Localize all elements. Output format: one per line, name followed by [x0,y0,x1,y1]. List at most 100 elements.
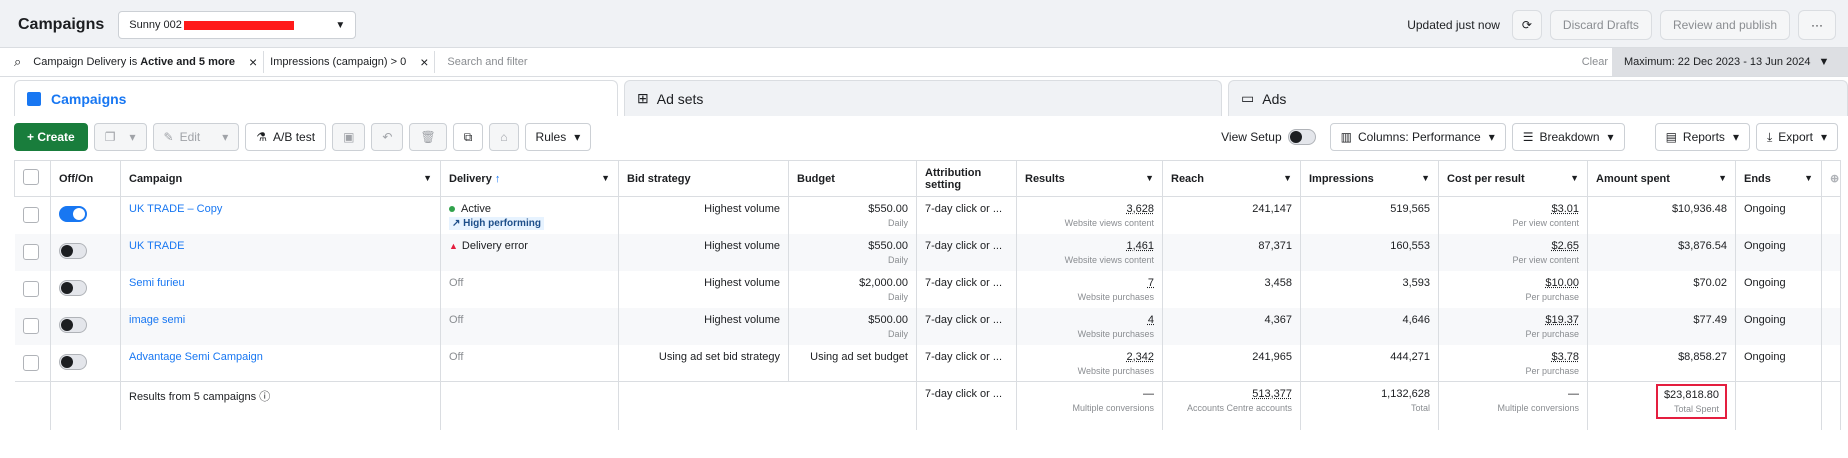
clear-button[interactable]: Clear [1582,56,1608,68]
add-column-header[interactable]: ⊕ [1821,160,1841,197]
cpr-cell: $2.65 Per view content [1438,233,1588,271]
create-button[interactable]: + Create [14,123,88,151]
row-select-cell [14,270,51,308]
toolbar: + Create ❐ ▾ ✎ Edit ▾ ⚗ A/B test ▣ ↶ 🗑 ⧉ ⌂ R… [14,120,1844,154]
results-value[interactable]: 3,628 [1126,203,1154,215]
campaign-name-link[interactable]: Advantage Semi Campaign [129,351,263,363]
column-header[interactable]: Cost per result ▼ [1438,160,1588,197]
column-label: Amount spent [1596,172,1670,185]
add-column-icon: ⊕ [1830,173,1840,185]
toggle-cell [50,270,121,308]
column-header[interactable]: Delivery ↑ ▼ [440,160,619,197]
budget-sub: Daily [887,291,908,302]
reach-value[interactable]: 513,377 [1252,388,1292,400]
column-header[interactable]: Off/On [50,160,121,197]
edit-button[interactable]: ✎ Edit ▾ [152,123,240,151]
close-icon[interactable]: × [249,54,257,70]
tab-adsets[interactable]: ⊞ Ad sets [624,80,1222,116]
close-icon[interactable]: × [420,54,428,70]
campaign-toggle[interactable] [59,353,87,370]
discard-drafts-button[interactable]: Discard Drafts [1549,10,1652,40]
table-row[interactable]: UK TRADE – Copy Active ↗ High performing … [14,196,1841,234]
column-label: Cost per result [1447,172,1525,185]
table-row[interactable]: image semi Off Highest volume $500.00 Dai… [14,307,1841,345]
bid-strategy-cell: Highest volume [618,196,789,234]
rules-button[interactable]: Rules ▾ [524,123,592,151]
filter-chip-impressions[interactable]: Impressions (campaign) > 0 × [264,51,436,73]
impressions-value: 1,132,628 [1381,388,1430,400]
campaign-name-link[interactable]: UK TRADE – Copy [129,203,222,215]
account-selector[interactable]: Sunny 002 ▼ [118,11,357,39]
export-button[interactable]: ⤓ Export ▾ [1755,123,1838,151]
cpr-value[interactable]: $10.00 [1545,277,1579,289]
row-checkbox[interactable] [22,354,39,371]
toolbar-right: View Setup ▥ Columns: Performance ▾ ☰ Break… [1221,123,1844,151]
column-header[interactable]: Ends ▼ [1735,160,1822,197]
column-header[interactable]: Budget [788,160,917,197]
date-range-picker[interactable]: Maximum: 22 Dec 2023 - 13 Jun 2024 ▼ [1612,48,1848,76]
delete-button[interactable]: 🗑 [409,123,447,151]
duplicate-button[interactable]: ❐ ▾ [93,123,147,151]
campaign-toggle[interactable] [59,206,87,222]
cpr-value[interactable]: $19.37 [1545,314,1579,326]
campaign-toggle[interactable] [59,279,87,296]
ab-test-button[interactable]: ⚗ A/B test [245,123,327,151]
tab-label: Ads [1262,90,1287,107]
spent-cell: $23,818.80 Total Spent [1587,381,1736,430]
spent-sub: Total Spent [1673,404,1719,414]
table-row[interactable]: Semi furieu Off Highest volume $2,000.00… [14,270,1841,308]
clipboard-button[interactable]: ▣ [332,123,366,151]
review-publish-button[interactable]: Review and publish [1659,10,1790,40]
results-value[interactable]: 7 [1148,277,1154,289]
cpr-sub: Multiple conversions [1497,403,1579,413]
caret-down-icon: ▾ [222,130,229,144]
results-value[interactable]: 2,342 [1126,351,1154,363]
tab-campaigns[interactable]: Campaigns [14,80,618,116]
filter-chip-delivery[interactable]: Campaign Delivery is Active and 5 more × [27,51,265,73]
column-header[interactable]: Bid strategy [618,160,789,197]
caret-down-icon: ▾ [129,130,136,144]
more-options-button[interactable]: ··· [1798,10,1836,40]
column-header[interactable]: Impressions ▼ [1300,160,1439,197]
tab-ads[interactable]: ▭ Ads [1228,80,1848,116]
warning-icon: ▲ [449,240,458,251]
attribution-cell: 7-day click or ... [916,196,1017,234]
cpr-value[interactable]: $3.78 [1551,351,1579,363]
results-value[interactable]: 4 [1148,314,1154,326]
attribution-cell: 7-day click or ... [916,307,1017,345]
cpr-value[interactable]: $3.01 [1551,203,1579,215]
campaign-name-link[interactable]: Semi furieu [129,277,185,289]
budget-value: $500.00 [868,313,908,326]
cpr-value[interactable]: $2.65 [1551,240,1579,252]
budget-sub: Daily [887,328,908,339]
results-sub: Multiple conversions [1072,403,1154,413]
table-row[interactable]: Advantage Semi Campaign Off Using ad set… [14,344,1841,382]
undo-button[interactable]: ↶ [371,123,404,151]
campaign-name-link[interactable]: UK TRADE [129,240,184,252]
row-checkbox[interactable] [22,317,39,334]
columns-button[interactable]: ▥ Columns: Performance ▾ [1329,123,1506,151]
column-header[interactable]: Campaign ▼ [120,160,441,197]
view-setup-toggle[interactable] [1287,129,1316,145]
row-checkbox[interactable] [22,243,39,260]
results-cell: 7 Website purchases [1016,270,1163,308]
column-header[interactable]: Attribution setting [916,160,1017,197]
info-icon[interactable]: ⓘ [259,391,270,403]
breakdown-button[interactable]: ☰ Breakdown ▾ [1511,123,1625,151]
campaign-name-link[interactable]: image semi [129,314,185,326]
reports-button[interactable]: ▤ Reports ▾ [1654,123,1750,151]
column-header[interactable]: Results ▼ [1016,160,1163,197]
row-checkbox[interactable] [22,207,39,223]
campaign-toggle[interactable] [59,242,87,259]
row-checkbox[interactable] [22,280,39,297]
refresh-button[interactable]: ⟳ [1511,10,1542,40]
column-header[interactable]: Reach ▼ [1162,160,1301,197]
preview-button[interactable]: ⧉ [452,123,484,151]
search-input[interactable]: Search and filter [447,56,527,68]
tag-button[interactable]: ⌂ [489,123,519,151]
results-value[interactable]: 1,461 [1126,240,1154,252]
table-row[interactable]: UK TRADE ▲ Delivery error Highest volume … [14,233,1841,271]
column-header[interactable]: Amount spent ▼ [1587,160,1736,197]
select-all-checkbox[interactable] [23,169,39,185]
campaign-toggle[interactable] [59,316,87,333]
